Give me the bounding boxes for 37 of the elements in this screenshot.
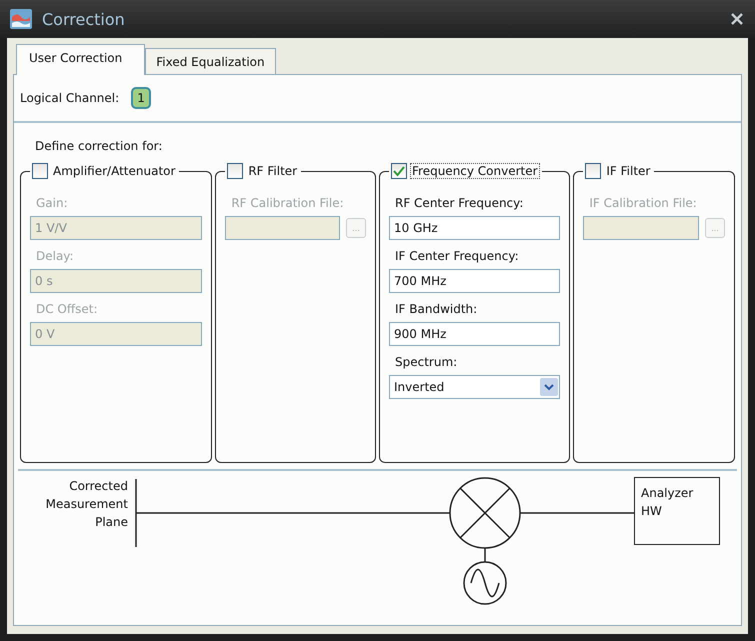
- checkbox-label[interactable]: Amplifier/Attenuator: [51, 163, 178, 179]
- checkbox-label[interactable]: Frequency Converter: [410, 163, 540, 179]
- field-label: Spectrum:: [395, 355, 458, 369]
- section-label: Define correction for:: [34, 138, 164, 155]
- close-icon[interactable]: [731, 13, 743, 25]
- checkbox[interactable]: [585, 163, 602, 179]
- field-label: RF Calibration File:: [231, 196, 345, 210]
- file-field[interactable]: [583, 216, 699, 240]
- field-label: DC Offset:: [36, 302, 99, 316]
- tab[interactable]: User Correction: [16, 44, 146, 75]
- analyzer-block: Analyzer HW: [634, 477, 720, 545]
- checkbox[interactable]: [32, 163, 48, 179]
- app-icon: [10, 9, 32, 29]
- field-label: IF Center Frequency:: [395, 249, 520, 263]
- checkbox-label[interactable]: RF Filter: [246, 163, 300, 179]
- checkbox[interactable]: [391, 163, 407, 179]
- diagram-label: Corrected Measurement Plane: [44, 478, 129, 531]
- input-field[interactable]: 900 MHz: [389, 322, 560, 346]
- signal-line: [484, 548, 486, 562]
- field-label: IF Calibration File:: [589, 196, 698, 210]
- plane-marker: [135, 479, 137, 547]
- field-label: RF Center Frequency:: [395, 196, 524, 210]
- dropdown[interactable]: Inverted: [389, 375, 560, 399]
- mixer-icon: [449, 477, 521, 549]
- checkbox[interactable]: [227, 163, 244, 179]
- input-field[interactable]: 700 MHz: [389, 269, 560, 293]
- field-label: Delay:: [36, 249, 75, 263]
- input-field[interactable]: 10 GHz: [389, 216, 560, 240]
- tab[interactable]: Fixed Equalization: [145, 48, 276, 74]
- field-label: Gain:: [36, 196, 69, 210]
- window-title: Correction: [42, 10, 126, 28]
- field-label: IF Bandwidth:: [395, 302, 478, 316]
- oscillator-icon: [463, 561, 507, 605]
- field-label: Logical Channel:: [20, 91, 120, 105]
- file-field[interactable]: [225, 216, 340, 240]
- checkbox-label[interactable]: IF Filter: [604, 163, 652, 179]
- channel-badge[interactable]: 1: [131, 87, 151, 109]
